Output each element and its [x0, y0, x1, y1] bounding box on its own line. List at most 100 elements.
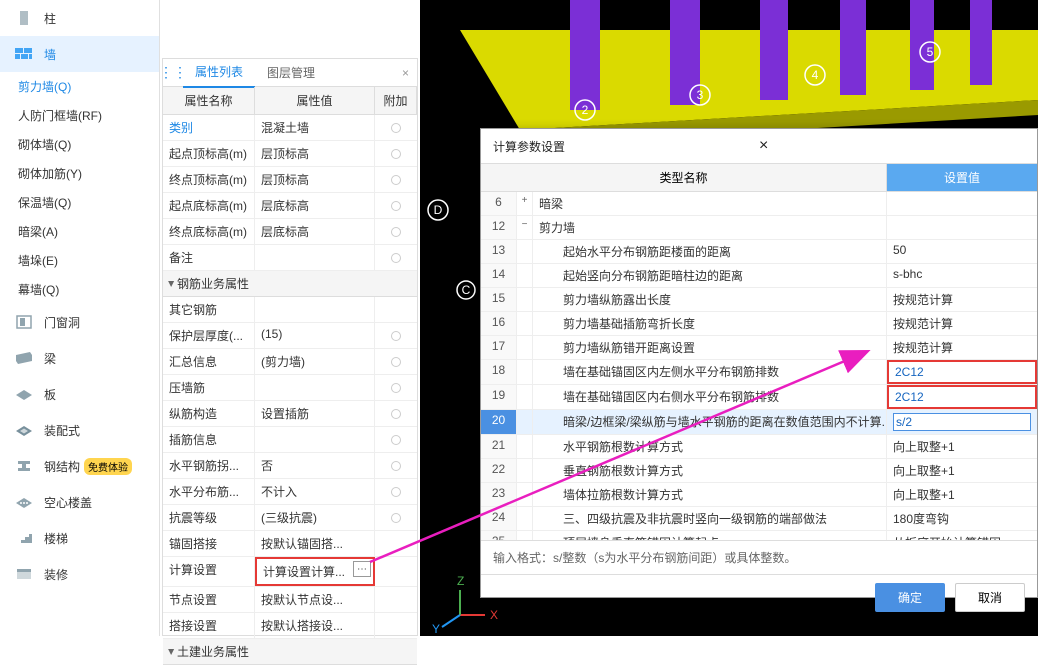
prop-row[interactable]: 其它钢筋	[163, 297, 417, 323]
sub-item-pier[interactable]: 墙垛(E)	[0, 246, 159, 275]
prop-value[interactable]: 层顶标高	[255, 167, 375, 192]
prop-extra[interactable]	[375, 587, 417, 612]
row-value[interactable]	[887, 410, 1037, 434]
row-value[interactable]: 从板底开始计算锚固	[887, 531, 1037, 540]
prop-row[interactable]: 压墙筋	[163, 375, 417, 401]
prop-value[interactable]: 层底标高	[255, 219, 375, 244]
table-row[interactable]: 17剪力墙纵筋错开距离设置按规范计算	[481, 336, 1037, 360]
prop-extra[interactable]	[375, 349, 417, 374]
row-value[interactable]: s-bhc	[887, 264, 1037, 287]
prop-row[interactable]: 保护层厚度(...(15)	[163, 323, 417, 349]
row-value[interactable]: 50	[887, 240, 1037, 263]
prop-extra[interactable]	[375, 141, 417, 166]
prop-value[interactable]: 不计入	[255, 479, 375, 504]
prop-value[interactable]: 设置插筋	[255, 401, 375, 426]
sidebar-item-column[interactable]: 柱	[0, 0, 159, 36]
row-value[interactable]: 按规范计算	[887, 336, 1037, 359]
table-row[interactable]: 13起始水平分布钢筋距楼面的距离50	[481, 240, 1037, 264]
sub-item-curtain[interactable]: 幕墙(Q)	[0, 275, 159, 304]
sidebar-item-opening[interactable]: 门窗洞	[0, 304, 159, 340]
sub-item-lintel[interactable]: 暗梁(A)	[0, 217, 159, 246]
prop-row[interactable]: 搭接设置按默认搭接设...	[163, 613, 417, 639]
prop-extra[interactable]	[375, 531, 417, 556]
sidebar-item-steel[interactable]: 钢结构 免费体验	[0, 448, 159, 484]
expand-icon[interactable]: −	[517, 216, 533, 239]
prop-value[interactable]: 按默认锚固搭...	[255, 531, 375, 556]
prop-row[interactable]: 节点设置按默认节点设...	[163, 587, 417, 613]
sidebar-item-prefab[interactable]: 装配式	[0, 412, 159, 448]
prop-row[interactable]: 锚固搭接按默认锚固搭...	[163, 531, 417, 557]
tab-properties[interactable]: 属性列表	[183, 57, 255, 88]
sub-item-shearwall[interactable]: 剪力墙(Q)	[0, 72, 159, 101]
section-rebar[interactable]: 钢筋业务属性	[163, 271, 417, 297]
prop-extra[interactable]	[375, 375, 417, 400]
table-row[interactable]: 14起始竖向分布钢筋距暗柱边的距离s-bhc	[481, 264, 1037, 288]
row-value[interactable]: 按规范计算	[887, 288, 1037, 311]
prop-row[interactable]: 抗震等级(三级抗震)	[163, 505, 417, 531]
prop-extra[interactable]	[375, 401, 417, 426]
prop-value[interactable]: (15)	[255, 323, 375, 348]
table-row[interactable]: 16剪力墙基础插筋弯折长度按规范计算	[481, 312, 1037, 336]
prop-extra[interactable]	[375, 245, 417, 270]
table-row[interactable]: 21水平钢筋根数计算方式向上取整+1	[481, 435, 1037, 459]
row-value[interactable]: 向上取整+1	[887, 435, 1037, 458]
prop-value[interactable]	[255, 427, 375, 452]
prop-value[interactable]: 按默认搭接设...	[255, 613, 375, 638]
sidebar-item-beam[interactable]: 梁	[0, 340, 159, 376]
prop-extra[interactable]	[375, 453, 417, 478]
prop-value[interactable]: 否	[255, 453, 375, 478]
sidebar-item-slab[interactable]: 板	[0, 376, 159, 412]
row-value[interactable]: 2C12	[887, 360, 1037, 384]
table-row[interactable]: 12−剪力墙	[481, 216, 1037, 240]
prop-extra[interactable]	[375, 193, 417, 218]
row-value[interactable]: 2C12	[887, 385, 1037, 409]
prop-row[interactable]: 计算设置计算设置计算...⋯	[163, 557, 417, 587]
sub-item-insulation[interactable]: 保温墙(Q)	[0, 188, 159, 217]
prop-extra[interactable]	[375, 505, 417, 530]
prop-value[interactable]: (剪力墙)	[255, 349, 375, 374]
prop-row[interactable]: 汇总信息(剪力墙)	[163, 349, 417, 375]
prop-value[interactable]	[255, 375, 375, 400]
table-row[interactable]: 15剪力墙纵筋露出长度按规范计算	[481, 288, 1037, 312]
prop-row[interactable]: 插筋信息	[163, 427, 417, 453]
row-value[interactable]	[887, 192, 1037, 215]
prop-menu-icon[interactable]: ⋮⋮	[163, 64, 183, 81]
close-icon[interactable]: ×	[759, 137, 1025, 155]
table-row[interactable]: 6+暗梁	[481, 192, 1037, 216]
sub-item-masonry[interactable]: 砌体墙(Q)	[0, 130, 159, 159]
prop-row[interactable]: 起点底标高(m)层底标高	[163, 193, 417, 219]
prop-value[interactable]	[255, 245, 375, 270]
prop-row[interactable]: 水平分布筋...不计入	[163, 479, 417, 505]
prop-extra[interactable]	[375, 219, 417, 244]
table-row[interactable]: 20暗梁/边框梁/梁纵筋与墙水平钢筋的距离在数值范围内不计算...	[481, 410, 1037, 435]
prop-extra[interactable]	[375, 115, 417, 140]
table-row[interactable]: 25顶层墙身垂直筋锚固计算起点从板底开始计算锚固	[481, 531, 1037, 540]
prop-value[interactable]: 计算设置计算...⋯	[255, 557, 375, 586]
panel-close-icon[interactable]: ×	[394, 66, 417, 80]
prop-row[interactable]: 起点顶标高(m)层顶标高	[163, 141, 417, 167]
prop-value[interactable]: 层底标高	[255, 193, 375, 218]
prop-row[interactable]: 备注	[163, 245, 417, 271]
table-row[interactable]: 19墙在基础锚固区内右侧水平分布钢筋排数2C12	[481, 385, 1037, 410]
prop-value[interactable]: 按默认节点设...	[255, 587, 375, 612]
row-value[interactable]: 180度弯钩	[887, 507, 1037, 530]
section-civil[interactable]: 土建业务属性	[163, 639, 417, 665]
prop-extra[interactable]	[375, 479, 417, 504]
prop-value[interactable]: 混凝土墙	[255, 115, 375, 140]
cancel-button[interactable]: 取消	[955, 583, 1025, 612]
prop-value[interactable]: 层顶标高	[255, 141, 375, 166]
prop-row[interactable]: 类别混凝土墙	[163, 115, 417, 141]
row-value[interactable]: 向上取整+1	[887, 459, 1037, 482]
sidebar-item-stair[interactable]: 楼梯	[0, 520, 159, 556]
row-value[interactable]: 向上取整+1	[887, 483, 1037, 506]
prop-extra[interactable]	[375, 297, 417, 322]
prop-value[interactable]	[255, 297, 375, 322]
prop-value[interactable]: (三级抗震)	[255, 505, 375, 530]
prop-row[interactable]: 终点顶标高(m)层顶标高	[163, 167, 417, 193]
row-value[interactable]	[887, 216, 1037, 239]
prop-row[interactable]: 纵筋构造设置插筋	[163, 401, 417, 427]
prop-extra[interactable]	[375, 613, 417, 638]
table-row[interactable]: 18墙在基础锚固区内左侧水平分布钢筋排数2C12	[481, 360, 1037, 385]
dialog-titlebar[interactable]: 计算参数设置 ×	[481, 129, 1037, 164]
tab-layers[interactable]: 图层管理	[255, 58, 327, 87]
